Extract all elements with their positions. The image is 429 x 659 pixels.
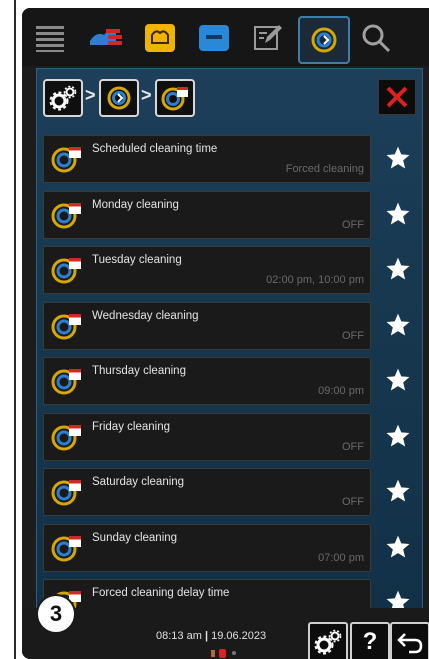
screen: > > Scheduled cleaning time Forced clean…: [0, 0, 429, 659]
breadcrumb-cleaning-schedule[interactable]: [155, 79, 195, 117]
settings-gears-icon: [49, 85, 77, 111]
setting-label: Thursday cleaning: [92, 365, 186, 377]
left-divider: [0, 0, 16, 659]
back-button[interactable]: [390, 622, 429, 659]
favorite-star-button[interactable]: [382, 309, 414, 341]
star-icon: [386, 368, 410, 391]
cleaning-setting-row[interactable]: Tuesday cleaning 02:00 pm, 10:00 pm: [43, 246, 371, 294]
cleaning-schedule-icon: [51, 203, 81, 229]
setting-value: OFF: [342, 330, 364, 342]
setting-value: Forced cleaning: [285, 163, 364, 175]
favorite-star-button[interactable]: [382, 475, 414, 507]
cleaning-schedule-icon: [51, 536, 81, 562]
cleaning-setting-row[interactable]: Saturday cleaning OFF: [43, 468, 371, 516]
setting-label: Saturday cleaning: [92, 476, 185, 488]
top-navigation: [22, 8, 429, 66]
favorite-star-button[interactable]: [382, 420, 414, 452]
cleaning-schedule-icon: [51, 314, 81, 340]
setting-value: OFF: [342, 219, 364, 231]
star-icon: [386, 479, 410, 502]
setting-label: Scheduled cleaning time: [92, 143, 218, 155]
status-date: 19.06.2023: [211, 630, 267, 642]
setting-value: 09:00 pm: [318, 385, 364, 397]
star-icon: [386, 146, 410, 169]
setting-value: 07:00 pm: [318, 552, 364, 564]
breadcrumb-cleaning[interactable]: [99, 79, 139, 117]
settings-gears-icon: [314, 629, 342, 655]
setting-label: Forced cleaning delay time: [92, 587, 230, 599]
favorite-star-button[interactable]: [382, 198, 414, 230]
status-time: 08:13 am: [156, 630, 202, 642]
breadcrumb-separator: >: [85, 85, 96, 105]
cleaning-setting-row[interactable]: Scheduled cleaning time Forced cleaning: [43, 135, 371, 183]
cleaning-setting-row[interactable]: Friday cleaning OFF: [43, 413, 371, 461]
help-button[interactable]: ?: [350, 622, 390, 659]
cleaning-setting-row[interactable]: Thursday cleaning 09:00 pm: [43, 357, 371, 405]
cleaning-tab-icon[interactable]: [298, 16, 350, 64]
cooking-program-icon[interactable]: [138, 18, 182, 58]
star-icon: [386, 313, 410, 336]
cleaning-schedule-icon: [51, 480, 81, 506]
setting-label: Sunday cleaning: [92, 532, 178, 544]
cleaning-schedule-panel: > > Scheduled cleaning time Forced clean…: [36, 68, 423, 627]
settings-button[interactable]: [308, 622, 348, 659]
help-icon: ?: [362, 628, 378, 655]
setting-label: Friday cleaning: [92, 421, 170, 433]
star-icon: [386, 257, 410, 280]
favorite-star-button[interactable]: [382, 364, 414, 396]
favorite-star-button[interactable]: [382, 142, 414, 174]
setting-label: Monday cleaning: [92, 199, 179, 211]
setting-label: Tuesday cleaning: [92, 254, 182, 266]
favorites-programs-icon[interactable]: [84, 18, 128, 58]
close-icon: [386, 86, 408, 108]
cleaning-schedule-icon: [51, 425, 81, 451]
cooking-paths-icon[interactable]: [192, 18, 236, 58]
breadcrumb-separator: >: [141, 85, 152, 105]
device-screen: > > Scheduled cleaning time Forced clean…: [22, 8, 429, 659]
cleaning-schedule-icon: [161, 87, 188, 111]
star-icon: [386, 535, 410, 558]
status-datetime: 08:13 am | 19.06.2023: [156, 630, 266, 642]
cleaning-setting-row[interactable]: Wednesday cleaning OFF: [43, 302, 371, 350]
cleaning-setting-row[interactable]: Monday cleaning OFF: [43, 191, 371, 239]
search-icon[interactable]: [354, 18, 398, 58]
close-button[interactable]: [378, 79, 416, 115]
setting-label: Wednesday cleaning: [92, 310, 199, 322]
menu-list-icon[interactable]: [28, 18, 72, 58]
status-separator: |: [204, 630, 209, 642]
cleaning-schedule-icon: [51, 147, 81, 173]
cleaning-icon: [107, 86, 131, 110]
edit-icon[interactable]: [246, 18, 290, 58]
setting-value: OFF: [342, 496, 364, 508]
favorite-star-button[interactable]: [382, 253, 414, 285]
setting-value: OFF: [342, 441, 364, 453]
setting-value: 02:00 pm, 10:00 pm: [266, 274, 364, 286]
cleaning-schedule-icon: [51, 258, 81, 284]
star-icon: [386, 202, 410, 225]
breadcrumb-settings[interactable]: [43, 79, 83, 117]
star-icon: [386, 424, 410, 447]
cleaning-schedule-icon: [51, 369, 81, 395]
status-indicators-icon: [209, 646, 249, 659]
favorite-star-button[interactable]: [382, 531, 414, 563]
cleaning-setting-row[interactable]: Sunday cleaning 07:00 pm: [43, 524, 371, 572]
callout-number-badge: 3: [36, 594, 76, 634]
back-arrow-icon: [397, 633, 423, 654]
